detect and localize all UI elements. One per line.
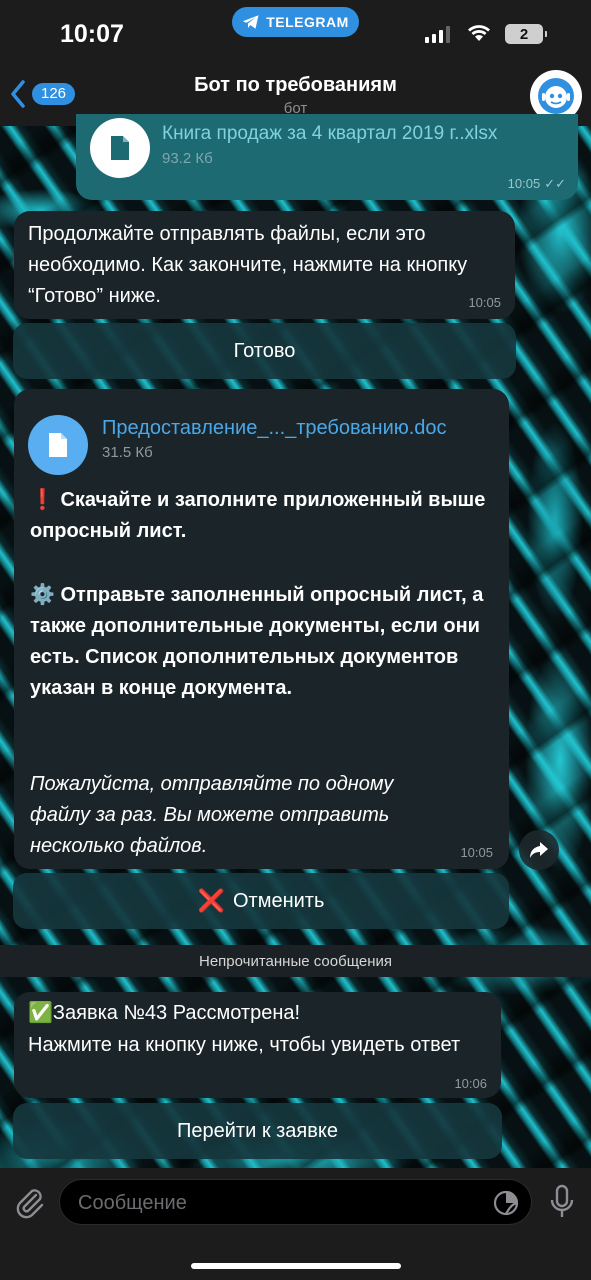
- share-arrow-icon: [530, 842, 548, 858]
- file-name[interactable]: Книга продаж за 4 квартал 2019 г..xlsx: [162, 123, 497, 145]
- gear-icon: ⚙️: [30, 584, 55, 606]
- done-button[interactable]: Готово: [13, 323, 516, 379]
- instruction-send-text: Отправьте заполненный опросный лист, а т…: [30, 584, 484, 699]
- chat-title[interactable]: Бот по требованиям: [0, 74, 591, 97]
- battery-level: 2: [519, 25, 529, 43]
- paperclip-icon[interactable]: [14, 1186, 46, 1220]
- file-size: 93.2 Кб: [162, 150, 213, 167]
- bot-message-request: ✅Заявка №43 Рассмотрена! Нажмите на кноп…: [14, 992, 501, 1098]
- attached-file-size: 31.5 Кб: [102, 444, 153, 461]
- outgoing-file-message[interactable]: Книга продаж за 4 квартал 2019 г..xlsx 9…: [76, 114, 578, 200]
- instruction-note: Пожалуйста, отправляйте по одному файлу …: [30, 773, 394, 857]
- cancel-button-label: Отменить: [233, 889, 325, 912]
- check-mark-icon: ✅: [28, 1002, 53, 1024]
- message-time-text: 10:05: [507, 176, 541, 191]
- battery-icon: 2: [505, 24, 547, 44]
- request-body: Нажмите на кнопку ниже, чтобы увидеть от…: [28, 1034, 461, 1056]
- file-icon: [28, 415, 88, 475]
- message-time: 10:05: [460, 845, 493, 860]
- message-input[interactable]: Сообщение: [59, 1179, 532, 1225]
- instruction-download: ❗ Скачайте и заполните приложенный выше …: [30, 485, 500, 547]
- request-title-text: Заявка №43 Рассмотрена!: [52, 1002, 301, 1024]
- attached-file-name[interactable]: Предоставление_..._требованию.doc: [102, 417, 447, 440]
- unread-messages-divider: Непрочитанные сообщения: [0, 945, 591, 977]
- share-button[interactable]: [519, 830, 559, 870]
- telegram-pill-label: TELEGRAM: [266, 14, 349, 30]
- message-time: 10:05: [468, 295, 501, 310]
- cancel-button[interactable]: ❌ Отменить: [13, 873, 509, 929]
- bot-message-continue: Продолжайте отправлять файлы, если это н…: [14, 211, 515, 319]
- telegram-plane-icon: [242, 15, 259, 29]
- message-text: Продолжайте отправлять файлы, если это н…: [28, 223, 468, 307]
- robot-icon: [538, 78, 574, 114]
- signal-icon: [425, 25, 450, 43]
- warning-icon: ❗: [30, 489, 55, 511]
- status-bar: 10:07 TELEGRAM 2: [0, 0, 591, 62]
- message-time: 10:05 ✓✓: [508, 176, 566, 192]
- file-icon: [90, 118, 150, 178]
- instruction-send: ⚙️ Отправьте заполненный опросный лист, …: [30, 580, 500, 704]
- message-time: 10:06: [454, 1076, 487, 1091]
- go-to-request-button[interactable]: Перейти к заявке: [13, 1103, 502, 1159]
- cross-mark-icon: ❌: [197, 888, 225, 913]
- bot-message-questionnaire: Предоставление_..._требованию.doc 31.5 К…: [14, 389, 509, 869]
- message-input-bar: Сообщение: [0, 1168, 591, 1280]
- instruction-download-text: Скачайте и заполните приложенный выше оп…: [30, 489, 486, 542]
- telegram-pill[interactable]: TELEGRAM: [232, 7, 359, 37]
- message-input-placeholder: Сообщение: [78, 1192, 187, 1214]
- double-check-icon: ✓✓: [544, 176, 566, 191]
- home-indicator: [191, 1263, 401, 1269]
- status-time: 10:07: [60, 20, 124, 48]
- wifi-icon: [468, 25, 490, 41]
- sticker-icon[interactable]: [493, 1190, 519, 1216]
- request-title: ✅Заявка №43 Рассмотрена!: [28, 998, 488, 1029]
- microphone-icon[interactable]: [549, 1184, 575, 1220]
